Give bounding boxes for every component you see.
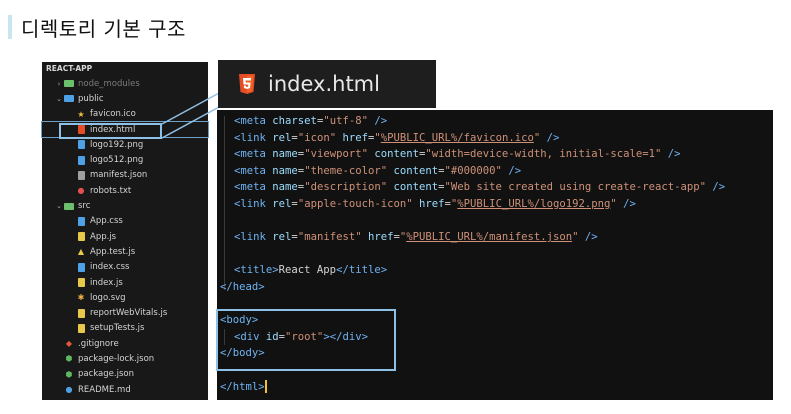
code-token: rel — [272, 131, 292, 144]
code-token: /> — [616, 198, 636, 210]
code-token: name — [272, 148, 298, 161]
code-token: "#000000" — [444, 164, 502, 177]
code-token: %PUBLIC_URL%/favicon.ico — [380, 131, 534, 144]
code-token: name — [272, 164, 298, 177]
code-token: /> — [367, 115, 388, 127]
code-line: <link rel="manifest" href="%PUBLIC_URL%/… — [234, 229, 598, 245]
code-token: <meta — [234, 181, 273, 194]
html5-icon — [239, 74, 255, 94]
code-line: <link rel="icon" href="%PUBLIC_URL%/favi… — [234, 130, 559, 146]
code-token: content — [367, 148, 419, 161]
code-token: <link — [234, 131, 273, 144]
code-token: </head> — [220, 281, 265, 293]
code-line: <meta name="description" content="Web si… — [234, 179, 725, 195]
code-token: "Web site created using create-react-app… — [444, 181, 707, 194]
code-token: "width=device-width, initial-scale=1" — [425, 148, 662, 161]
code-token: /> — [706, 181, 726, 194]
text-cursor — [264, 380, 267, 394]
code-token: %PUBLIC_URL%/logo192.png — [457, 198, 611, 210]
code-token: "theme-color" — [304, 164, 388, 177]
code-token: /> — [661, 148, 681, 161]
code-token: rel — [272, 198, 292, 210]
code-token: <link — [234, 198, 273, 210]
file-tab-label: index.html — [268, 72, 380, 96]
code-token: rel — [272, 231, 292, 244]
code-token: "manifest" — [297, 231, 362, 244]
code-token: "description" — [304, 181, 388, 194]
code-token: "apple-touch-icon" — [297, 198, 413, 210]
code-token: <meta — [234, 148, 273, 161]
body-highlight-box — [216, 309, 396, 371]
code-token: <link — [234, 231, 273, 244]
code-line: </html> — [220, 379, 267, 395]
code-token: "utf-8" — [323, 115, 368, 127]
code-token: name — [272, 181, 298, 194]
code-token: href — [361, 231, 394, 244]
code-line: <link rel="apple-touch-icon" href="%PUBL… — [234, 196, 636, 212]
code-token: <meta — [234, 164, 273, 177]
code-line: <title>React App</title> — [234, 262, 387, 278]
indent-guide-head — [224, 116, 225, 290]
code-token: /> — [578, 231, 598, 244]
code-token: %PUBLIC_URL%/manifest.json — [406, 231, 573, 244]
file-tab[interactable]: index.html — [218, 60, 436, 108]
code-line: </head> — [220, 279, 265, 295]
code-token: content — [387, 181, 439, 194]
code-token: charset — [272, 115, 317, 127]
code-token: "icon" — [297, 131, 337, 144]
code-token: href — [336, 131, 368, 144]
code-line: <meta charset="utf-8" /> — [234, 113, 387, 129]
code-token: /> — [540, 131, 560, 144]
code-line: <meta name="viewport" content="width=dev… — [234, 146, 681, 162]
code-token: content — [387, 164, 439, 177]
code-token: <title> — [234, 264, 279, 277]
code-token: React App — [278, 264, 337, 277]
code-token: <meta — [234, 115, 273, 127]
code-token: "viewport" — [304, 148, 368, 161]
code-token: </title> — [336, 264, 388, 277]
code-token: /> — [501, 164, 522, 177]
code-token: </html> — [220, 380, 265, 393]
code-line: <meta name="theme-color" content="#00000… — [234, 163, 521, 179]
code-token: href — [412, 198, 445, 210]
